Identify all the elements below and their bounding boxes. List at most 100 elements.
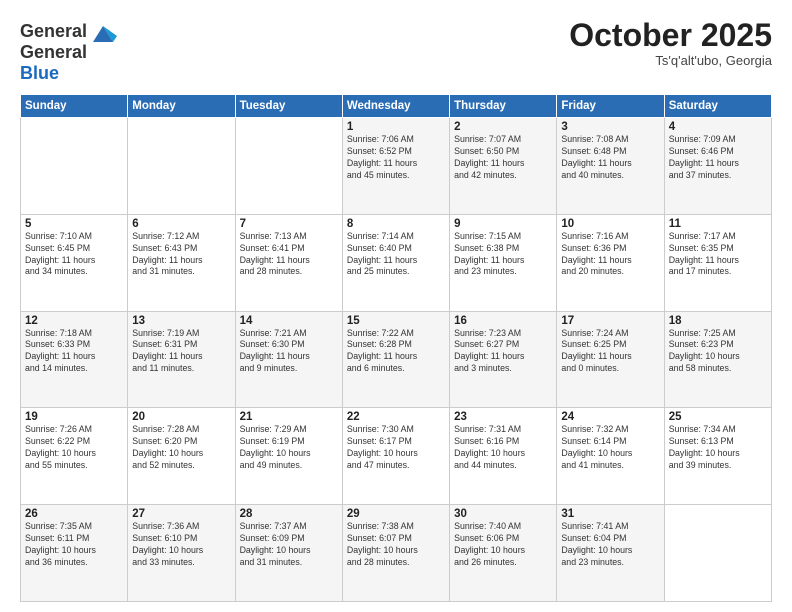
day-info: Sunrise: 7:18 AM Sunset: 6:33 PM Dayligh… bbox=[25, 328, 123, 376]
header: GeneralBlue General Blue October 2025 Ts… bbox=[20, 18, 772, 84]
calendar-week-row: 19Sunrise: 7:26 AM Sunset: 6:22 PM Dayli… bbox=[21, 408, 772, 505]
calendar-day-cell: 25Sunrise: 7:34 AM Sunset: 6:13 PM Dayli… bbox=[664, 408, 771, 505]
weekday-header-saturday: Saturday bbox=[664, 95, 771, 118]
weekday-header-monday: Monday bbox=[128, 95, 235, 118]
calendar-day-cell: 13Sunrise: 7:19 AM Sunset: 6:31 PM Dayli… bbox=[128, 311, 235, 408]
calendar-day-cell bbox=[664, 505, 771, 602]
calendar-day-cell: 29Sunrise: 7:38 AM Sunset: 6:07 PM Dayli… bbox=[342, 505, 449, 602]
day-number: 19 bbox=[25, 411, 123, 423]
logo-blue-text: Blue bbox=[20, 63, 59, 83]
day-info: Sunrise: 7:19 AM Sunset: 6:31 PM Dayligh… bbox=[132, 328, 230, 376]
day-number: 20 bbox=[132, 411, 230, 423]
calendar-day-cell: 2Sunrise: 7:07 AM Sunset: 6:50 PM Daylig… bbox=[450, 118, 557, 215]
day-number: 27 bbox=[132, 508, 230, 520]
day-number: 3 bbox=[561, 121, 659, 133]
day-info: Sunrise: 7:32 AM Sunset: 6:14 PM Dayligh… bbox=[561, 424, 659, 472]
calendar-day-cell: 22Sunrise: 7:30 AM Sunset: 6:17 PM Dayli… bbox=[342, 408, 449, 505]
day-info: Sunrise: 7:14 AM Sunset: 6:40 PM Dayligh… bbox=[347, 231, 445, 279]
day-info: Sunrise: 7:12 AM Sunset: 6:43 PM Dayligh… bbox=[132, 231, 230, 279]
day-info: Sunrise: 7:37 AM Sunset: 6:09 PM Dayligh… bbox=[240, 521, 338, 569]
weekday-header-sunday: Sunday bbox=[21, 95, 128, 118]
day-info: Sunrise: 7:22 AM Sunset: 6:28 PM Dayligh… bbox=[347, 328, 445, 376]
calendar-day-cell: 30Sunrise: 7:40 AM Sunset: 6:06 PM Dayli… bbox=[450, 505, 557, 602]
day-number: 14 bbox=[240, 315, 338, 327]
day-number: 31 bbox=[561, 508, 659, 520]
month-title: October 2025 bbox=[569, 18, 772, 53]
calendar-day-cell: 27Sunrise: 7:36 AM Sunset: 6:10 PM Dayli… bbox=[128, 505, 235, 602]
day-info: Sunrise: 7:08 AM Sunset: 6:48 PM Dayligh… bbox=[561, 134, 659, 182]
calendar-day-cell: 3Sunrise: 7:08 AM Sunset: 6:48 PM Daylig… bbox=[557, 118, 664, 215]
weekday-header-wednesday: Wednesday bbox=[342, 95, 449, 118]
calendar-day-cell: 15Sunrise: 7:22 AM Sunset: 6:28 PM Dayli… bbox=[342, 311, 449, 408]
day-number: 29 bbox=[347, 508, 445, 520]
day-number: 26 bbox=[25, 508, 123, 520]
day-info: Sunrise: 7:23 AM Sunset: 6:27 PM Dayligh… bbox=[454, 328, 552, 376]
calendar-day-cell: 28Sunrise: 7:37 AM Sunset: 6:09 PM Dayli… bbox=[235, 505, 342, 602]
weekday-header-row: SundayMondayTuesdayWednesdayThursdayFrid… bbox=[21, 95, 772, 118]
day-number: 22 bbox=[347, 411, 445, 423]
calendar-day-cell: 20Sunrise: 7:28 AM Sunset: 6:20 PM Dayli… bbox=[128, 408, 235, 505]
day-number: 8 bbox=[347, 218, 445, 230]
day-info: Sunrise: 7:21 AM Sunset: 6:30 PM Dayligh… bbox=[240, 328, 338, 376]
day-number: 28 bbox=[240, 508, 338, 520]
logo: GeneralBlue General Blue bbox=[20, 18, 117, 84]
calendar-day-cell: 8Sunrise: 7:14 AM Sunset: 6:40 PM Daylig… bbox=[342, 214, 449, 311]
day-number: 7 bbox=[240, 218, 338, 230]
calendar-week-row: 1Sunrise: 7:06 AM Sunset: 6:52 PM Daylig… bbox=[21, 118, 772, 215]
calendar-week-row: 12Sunrise: 7:18 AM Sunset: 6:33 PM Dayli… bbox=[21, 311, 772, 408]
day-info: Sunrise: 7:29 AM Sunset: 6:19 PM Dayligh… bbox=[240, 424, 338, 472]
day-info: Sunrise: 7:15 AM Sunset: 6:38 PM Dayligh… bbox=[454, 231, 552, 279]
day-number: 16 bbox=[454, 315, 552, 327]
calendar-day-cell: 31Sunrise: 7:41 AM Sunset: 6:04 PM Dayli… bbox=[557, 505, 664, 602]
day-info: Sunrise: 7:07 AM Sunset: 6:50 PM Dayligh… bbox=[454, 134, 552, 182]
day-number: 30 bbox=[454, 508, 552, 520]
calendar-day-cell: 24Sunrise: 7:32 AM Sunset: 6:14 PM Dayli… bbox=[557, 408, 664, 505]
calendar-day-cell: 17Sunrise: 7:24 AM Sunset: 6:25 PM Dayli… bbox=[557, 311, 664, 408]
calendar-day-cell: 12Sunrise: 7:18 AM Sunset: 6:33 PM Dayli… bbox=[21, 311, 128, 408]
calendar-day-cell: 18Sunrise: 7:25 AM Sunset: 6:23 PM Dayli… bbox=[664, 311, 771, 408]
day-number: 12 bbox=[25, 315, 123, 327]
weekday-header-tuesday: Tuesday bbox=[235, 95, 342, 118]
title-block: October 2025 Ts'q'alt'ubo, Georgia bbox=[569, 18, 772, 68]
day-info: Sunrise: 7:24 AM Sunset: 6:25 PM Dayligh… bbox=[561, 328, 659, 376]
calendar-day-cell bbox=[128, 118, 235, 215]
day-info: Sunrise: 7:40 AM Sunset: 6:06 PM Dayligh… bbox=[454, 521, 552, 569]
calendar-day-cell: 16Sunrise: 7:23 AM Sunset: 6:27 PM Dayli… bbox=[450, 311, 557, 408]
day-info: Sunrise: 7:31 AM Sunset: 6:16 PM Dayligh… bbox=[454, 424, 552, 472]
calendar-day-cell: 6Sunrise: 7:12 AM Sunset: 6:43 PM Daylig… bbox=[128, 214, 235, 311]
day-info: Sunrise: 7:09 AM Sunset: 6:46 PM Dayligh… bbox=[669, 134, 767, 182]
day-info: Sunrise: 7:35 AM Sunset: 6:11 PM Dayligh… bbox=[25, 521, 123, 569]
day-info: Sunrise: 7:36 AM Sunset: 6:10 PM Dayligh… bbox=[132, 521, 230, 569]
day-info: Sunrise: 7:17 AM Sunset: 6:35 PM Dayligh… bbox=[669, 231, 767, 279]
logo-general-text: General bbox=[20, 42, 87, 62]
calendar-day-cell bbox=[21, 118, 128, 215]
calendar-day-cell: 4Sunrise: 7:09 AM Sunset: 6:46 PM Daylig… bbox=[664, 118, 771, 215]
location-subtitle: Ts'q'alt'ubo, Georgia bbox=[569, 53, 772, 68]
day-info: Sunrise: 7:13 AM Sunset: 6:41 PM Dayligh… bbox=[240, 231, 338, 279]
calendar-day-cell: 7Sunrise: 7:13 AM Sunset: 6:41 PM Daylig… bbox=[235, 214, 342, 311]
day-info: Sunrise: 7:26 AM Sunset: 6:22 PM Dayligh… bbox=[25, 424, 123, 472]
calendar-day-cell: 1Sunrise: 7:06 AM Sunset: 6:52 PM Daylig… bbox=[342, 118, 449, 215]
day-info: Sunrise: 7:38 AM Sunset: 6:07 PM Dayligh… bbox=[347, 521, 445, 569]
day-number: 24 bbox=[561, 411, 659, 423]
calendar-day-cell: 14Sunrise: 7:21 AM Sunset: 6:30 PM Dayli… bbox=[235, 311, 342, 408]
day-info: Sunrise: 7:16 AM Sunset: 6:36 PM Dayligh… bbox=[561, 231, 659, 279]
page: GeneralBlue General Blue October 2025 Ts… bbox=[0, 0, 792, 612]
day-info: Sunrise: 7:06 AM Sunset: 6:52 PM Dayligh… bbox=[347, 134, 445, 182]
logo-general: General bbox=[20, 21, 87, 41]
day-number: 1 bbox=[347, 121, 445, 133]
day-number: 21 bbox=[240, 411, 338, 423]
calendar-day-cell: 11Sunrise: 7:17 AM Sunset: 6:35 PM Dayli… bbox=[664, 214, 771, 311]
day-number: 15 bbox=[347, 315, 445, 327]
calendar-table: SundayMondayTuesdayWednesdayThursdayFrid… bbox=[20, 94, 772, 602]
day-number: 2 bbox=[454, 121, 552, 133]
day-info: Sunrise: 7:41 AM Sunset: 6:04 PM Dayligh… bbox=[561, 521, 659, 569]
day-number: 18 bbox=[669, 315, 767, 327]
calendar-day-cell bbox=[235, 118, 342, 215]
calendar-day-cell: 26Sunrise: 7:35 AM Sunset: 6:11 PM Dayli… bbox=[21, 505, 128, 602]
logo-icon bbox=[89, 18, 117, 46]
day-number: 4 bbox=[669, 121, 767, 133]
calendar-day-cell: 9Sunrise: 7:15 AM Sunset: 6:38 PM Daylig… bbox=[450, 214, 557, 311]
day-number: 23 bbox=[454, 411, 552, 423]
day-info: Sunrise: 7:34 AM Sunset: 6:13 PM Dayligh… bbox=[669, 424, 767, 472]
